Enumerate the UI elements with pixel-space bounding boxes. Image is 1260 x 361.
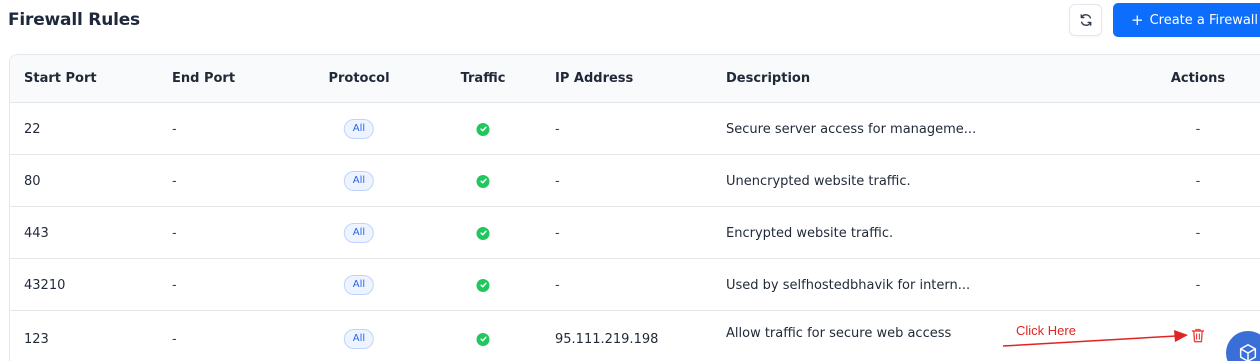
ip-address-cell: 95.111.219.198 (555, 331, 659, 347)
protocol-badge: All (343, 275, 375, 295)
end-port-cell: - (172, 277, 177, 293)
description-cell: Encrypted website traffic. (726, 225, 894, 241)
protocol-badge: All (343, 119, 375, 139)
protocol-badge: All (343, 171, 375, 191)
ip-address-cell: - (555, 277, 560, 293)
column-header-end-port: End Port (172, 71, 236, 86)
column-header-ip-address: IP Address (555, 71, 634, 86)
end-port-cell: - (172, 173, 177, 189)
click-here-annotation: Click Here (1016, 323, 1076, 338)
protocol-badge: All (343, 223, 375, 243)
refresh-icon (1080, 14, 1091, 26)
cube-icon (1239, 344, 1257, 361)
table-header: Start Port End Port Protocol Traffic IP … (10, 55, 1260, 103)
column-header-actions: Actions (1170, 71, 1226, 86)
column-header-description: Description (726, 71, 811, 86)
description-cell: Allow traffic for secure web access (726, 325, 952, 341)
actions-cell: - (1195, 173, 1201, 189)
table-row: 443 - All - Encrypted website traffic. - (10, 207, 1260, 259)
delete-icon[interactable] (1190, 327, 1206, 344)
traffic-cell (476, 311, 490, 361)
start-port-cell: 443 (24, 225, 49, 241)
protocol-cell: All (343, 155, 375, 207)
traffic-cell (476, 103, 490, 155)
start-port-cell: 43210 (24, 277, 66, 293)
table-row: 22 - All - Secure server access for mana… (10, 103, 1260, 155)
description-cell: Used by selfhostedbhavik for intern... (726, 277, 971, 293)
protocol-cell: All (343, 259, 375, 311)
column-header-protocol: Protocol (328, 71, 390, 86)
refresh-button[interactable] (1069, 4, 1102, 36)
actions-cell: - (1195, 277, 1201, 293)
page-title: Firewall Rules (8, 10, 140, 30)
create-firewall-button[interactable]: + Create a Firewall (1113, 3, 1260, 37)
protocol-cell: All (343, 103, 375, 155)
start-port-cell: 123 (24, 331, 49, 347)
description-cell: Secure server access for manageme... (726, 121, 977, 137)
check-circle-icon (476, 226, 490, 240)
traffic-cell (476, 207, 490, 259)
protocol-badge: All (343, 329, 375, 349)
ip-address-cell: - (555, 225, 560, 241)
protocol-cell: All (343, 311, 375, 361)
check-circle-icon (476, 122, 490, 136)
ip-address-cell: - (555, 173, 560, 189)
check-circle-icon (476, 278, 490, 292)
ip-address-cell: - (555, 121, 560, 137)
plus-icon: + (1131, 10, 1144, 29)
start-port-cell: 22 (24, 121, 41, 137)
traffic-cell (476, 259, 490, 311)
start-port-cell: 80 (24, 173, 41, 189)
table-row: 43210 - All - Used by selfhostedbhavik f… (10, 259, 1260, 311)
column-header-start-port: Start Port (24, 71, 97, 86)
end-port-cell: - (172, 121, 177, 137)
actions-cell: - (1195, 225, 1201, 241)
firewall-rules-table: Start Port End Port Protocol Traffic IP … (9, 54, 1260, 361)
check-circle-icon (476, 174, 490, 188)
check-circle-icon (476, 332, 490, 346)
traffic-cell (476, 155, 490, 207)
column-header-traffic: Traffic (460, 71, 506, 86)
actions-cell: - (1195, 121, 1201, 137)
table-row: 80 - All - Unencrypted website traffic. … (10, 155, 1260, 207)
description-cell: Unencrypted website traffic. (726, 173, 911, 189)
protocol-cell: All (343, 207, 375, 259)
end-port-cell: - (172, 225, 177, 241)
create-firewall-label: Create a Firewall (1149, 12, 1259, 28)
end-port-cell: - (172, 331, 177, 347)
